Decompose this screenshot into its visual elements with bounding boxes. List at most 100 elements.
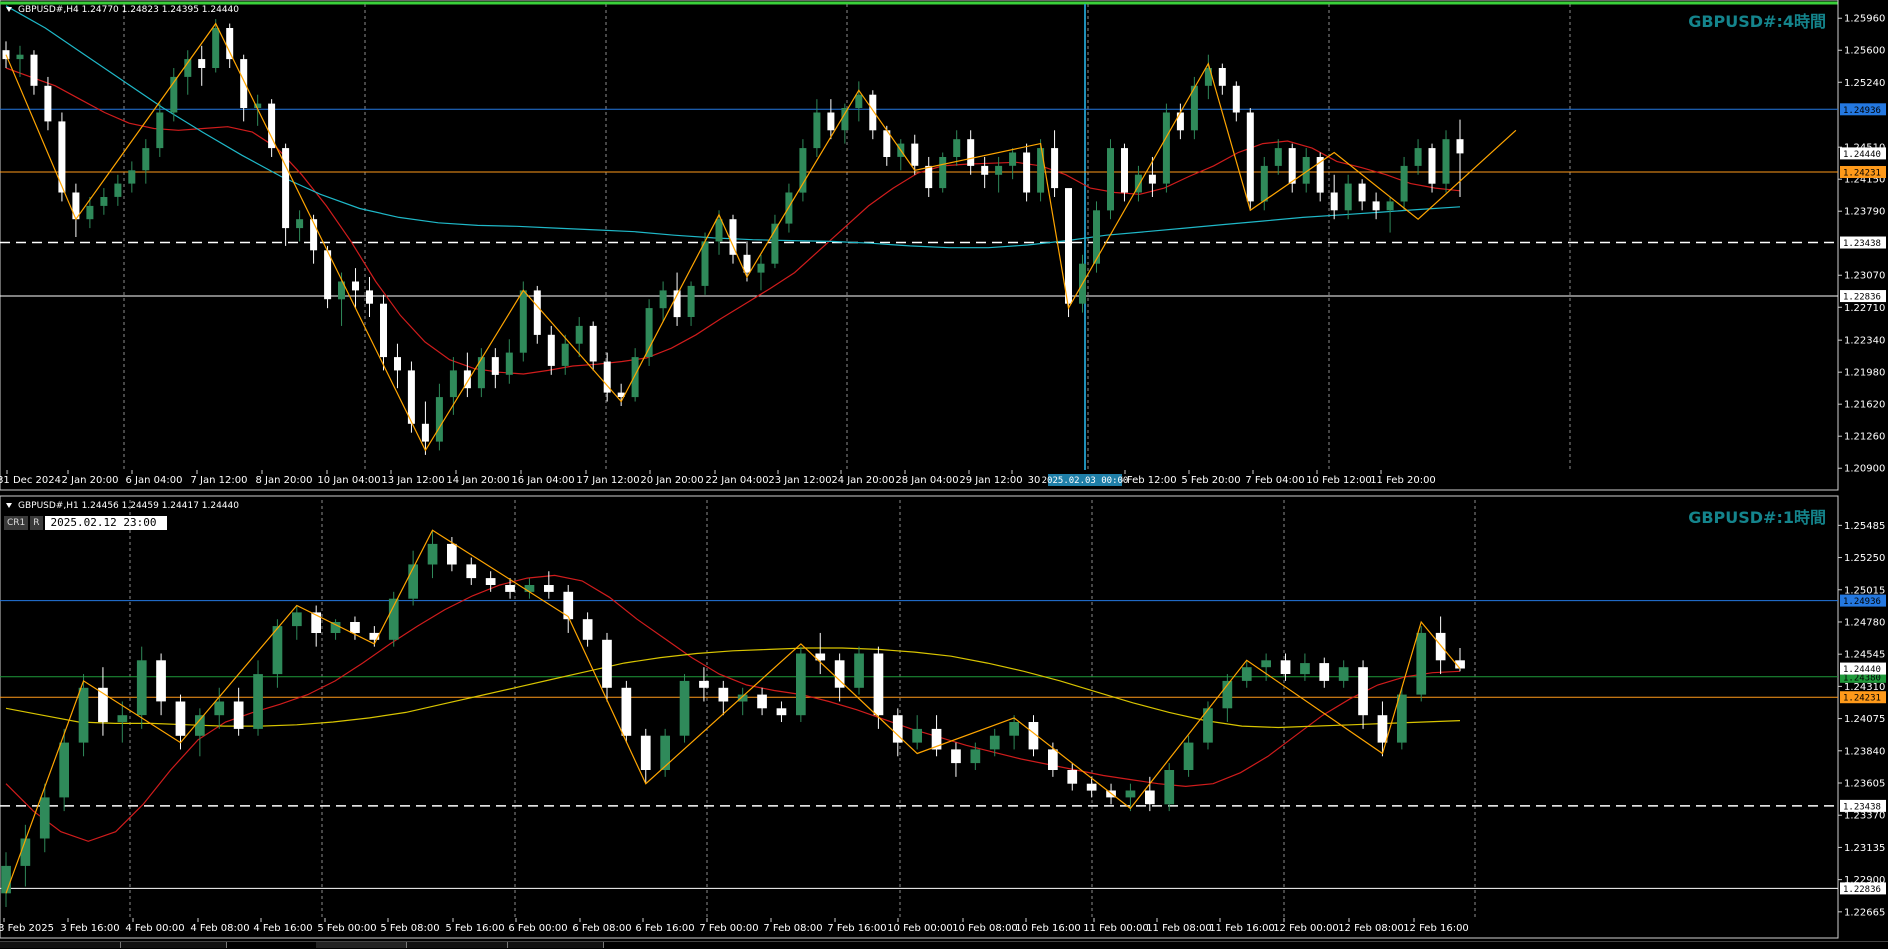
candle-body <box>240 59 248 108</box>
candle-body <box>2 50 10 60</box>
chart-tab[interactable] <box>407 942 508 948</box>
candle-body <box>951 749 961 764</box>
candle-body <box>1372 201 1380 211</box>
candle-body <box>1148 174 1156 184</box>
cr1-label[interactable]: CR1 <box>4 516 29 530</box>
x-tick-label: 5 Feb 16:00 <box>445 923 504 934</box>
chart-tab[interactable] <box>508 942 604 948</box>
candle-body <box>86 205 94 220</box>
x-tick-label: 22 Jan 04:00 <box>705 475 768 486</box>
candle-body <box>394 357 401 371</box>
candle-body <box>1386 201 1394 211</box>
candle-body <box>659 290 667 309</box>
candle-body <box>589 325 597 362</box>
price-badge-label: 1.23438 <box>1843 239 1881 249</box>
candle-body <box>1051 148 1059 189</box>
x-tick-label: 10 Feb 08:00 <box>952 923 1018 934</box>
candle-body <box>1400 165 1408 202</box>
x-tick-label: 11 Feb 16:00 <box>1209 923 1275 934</box>
candle-body <box>1358 183 1366 202</box>
candle-body <box>1086 783 1097 791</box>
candle-body <box>350 622 360 633</box>
x-tick-label: 7 Feb 08:00 <box>763 923 822 934</box>
candle-body <box>911 143 919 166</box>
x-tick-label: 10 Feb 00:00 <box>887 923 953 934</box>
candle-body <box>869 94 877 131</box>
x-tick-label: 7 Feb 04:00 <box>1245 475 1304 486</box>
candle-body <box>1261 660 1271 668</box>
candle-body <box>796 653 806 716</box>
candle-body <box>827 112 835 131</box>
candle-body <box>679 680 690 736</box>
y-tick-label: 1.20900 <box>1844 464 1885 475</box>
candle-body <box>1442 139 1450 184</box>
candle-body <box>1009 722 1019 736</box>
candle-body <box>421 423 429 442</box>
candle-body <box>1280 660 1291 674</box>
candle-body <box>660 735 670 770</box>
charts-canvas[interactable]: 1.259601.256001.252401.245101.241501.237… <box>0 0 1888 948</box>
candle-body <box>1274 148 1282 166</box>
h4-price-axis: 1.259601.256001.252401.245101.241501.237… <box>1838 14 1886 475</box>
candle-body <box>519 290 527 353</box>
candle-body <box>1300 663 1310 675</box>
candle-body <box>226 28 234 60</box>
y-tick-label: 1.25240 <box>1844 78 1885 89</box>
candle-body <box>1377 715 1388 743</box>
x-tick-label: 31 Dec 2024 <box>0 475 61 486</box>
candle-body <box>989 735 1000 750</box>
candle-body <box>136 660 147 716</box>
y-tick-label: 1.24545 <box>1844 650 1885 661</box>
h1-price-axis: 1.254851.252501.250151.247801.245451.243… <box>1838 521 1886 918</box>
chart-tab[interactable] <box>121 942 227 948</box>
candle-body <box>757 694 767 709</box>
y-tick-label: 1.22340 <box>1844 336 1885 347</box>
candle-body <box>195 715 205 736</box>
y-tick-label: 1.25600 <box>1844 46 1885 57</box>
candle-body <box>970 749 981 764</box>
h1-watermark: GBPUSD#:1時間 <box>1688 508 1826 527</box>
r-label[interactable]: R <box>30 516 43 530</box>
price-badge-label: 1.24231 <box>1843 694 1881 704</box>
chart-tab[interactable] <box>316 942 407 948</box>
h1-chart-panel[interactable]: 1.254851.252501.250151.247801.245451.243… <box>0 495 1886 939</box>
y-tick-label: 1.25960 <box>1844 14 1885 25</box>
y-tick-label: 1.24780 <box>1844 617 1885 628</box>
x-tick-label: 20 Jan 20:00 <box>640 475 703 486</box>
y-tick-label: 1.21980 <box>1844 368 1885 379</box>
candle-body <box>582 619 593 640</box>
candle-body <box>1397 694 1407 743</box>
candle-body <box>967 139 975 166</box>
candle-body <box>1164 770 1175 805</box>
h4-chart-panel[interactable]: 1.259601.256001.252401.245101.241501.237… <box>0 0 1886 491</box>
y-tick-label: 1.23135 <box>1844 843 1885 854</box>
y-tick-label: 1.25250 <box>1844 553 1885 564</box>
candle-body <box>981 165 989 175</box>
candle-body <box>1428 148 1436 184</box>
candle-body <box>1232 85 1240 113</box>
candle-body <box>563 591 574 620</box>
candle-body <box>1330 192 1338 211</box>
candle-body <box>1414 148 1422 166</box>
candle-body <box>114 183 122 197</box>
h1-chart-header: GBPUSD#,H1 1.24456 1.24459 1.24417 1.244… <box>18 501 239 511</box>
candle-body <box>30 54 38 86</box>
price-badge-label: 1.23438 <box>1843 802 1881 812</box>
y-tick-label: 1.23840 <box>1844 746 1885 757</box>
candle-body <box>272 626 283 675</box>
x-tick-label: 7 Feb 16:00 <box>827 923 886 934</box>
chart-tab[interactable] <box>0 942 121 948</box>
candle-body <box>1065 188 1072 304</box>
x-tick-label: 17 Jan 12:00 <box>576 475 639 486</box>
y-tick-label: 1.22665 <box>1844 907 1885 918</box>
price-badge-label: 1.24936 <box>1843 597 1881 607</box>
candle-body <box>491 357 499 375</box>
x-tick-label: 12 Feb 08:00 <box>1338 923 1404 934</box>
candle-body <box>214 701 225 716</box>
x-tick-label: 5 Feb 00:00 <box>317 923 376 934</box>
candle-body <box>505 352 513 375</box>
candle-body <box>1162 112 1170 184</box>
x-tick-label: 6 Feb 00:00 <box>508 923 567 934</box>
candle-body <box>20 838 31 866</box>
x-tick-label: 6 Feb 08:00 <box>572 923 631 934</box>
